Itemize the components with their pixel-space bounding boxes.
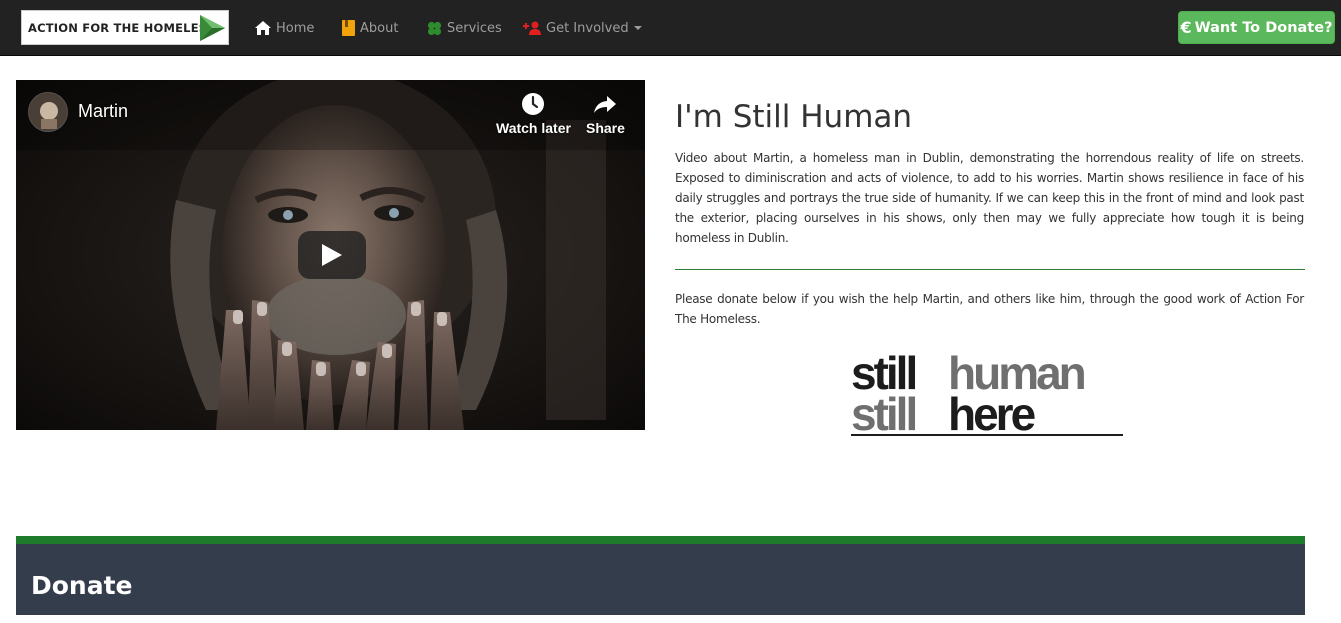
nav-about-label: About <box>360 20 399 36</box>
brand-arrow-icon <box>200 15 225 41</box>
watch-later-button[interactable]: Watch later <box>496 92 571 136</box>
brand-logo[interactable]: ACTION FOR THE HOMELESS <box>21 10 229 45</box>
clover-icon <box>427 21 442 35</box>
watch-later-label: Watch later <box>496 120 571 136</box>
video-player[interactable]: Martin Watch later Share <box>16 80 645 430</box>
book-icon <box>342 20 355 36</box>
nav-services[interactable]: Services <box>427 16 502 40</box>
video-description: Video about Martin, a homeless man in Du… <box>675 151 1304 245</box>
euro-icon: € <box>1180 18 1192 37</box>
nav-get-involved-label: Get Involved <box>546 20 629 36</box>
play-icon <box>322 244 342 266</box>
nav-home-label: Home <box>276 20 315 36</box>
page-heading: I'm Still Human <box>675 99 913 135</box>
nav-home[interactable]: Home <box>255 16 314 40</box>
clock-icon <box>522 93 545 115</box>
donate-section: Donate <box>16 536 1305 615</box>
chevron-down-icon <box>633 26 642 30</box>
home-icon <box>255 20 271 35</box>
nav-get-involved[interactable]: Get Involved <box>523 16 642 40</box>
nav-services-label: Services <box>447 20 502 36</box>
add-user-icon <box>523 21 541 35</box>
share-label: Share <box>586 120 625 136</box>
nav-about[interactable]: About <box>342 16 398 40</box>
share-icon <box>594 96 617 113</box>
top-navbar: ACTION FOR THE HOMELESS Home About Servi… <box>0 0 1341 56</box>
donate-prompt: Please donate below if you wish the help… <box>675 292 1304 326</box>
video-title[interactable]: Martin <box>78 101 128 122</box>
play-button[interactable] <box>298 231 366 279</box>
want-to-donate-label: Want To Donate? <box>1194 19 1333 36</box>
share-button[interactable]: Share <box>586 92 625 136</box>
donate-title: Donate <box>31 571 133 600</box>
want-to-donate-button[interactable]: € Want To Donate? <box>1178 11 1335 44</box>
channel-avatar[interactable] <box>28 92 68 132</box>
svg-text:still: still <box>851 388 915 439</box>
section-divider <box>675 269 1305 270</box>
brand-text: ACTION FOR THE HOMELESS <box>28 21 216 35</box>
still-human-still-here-logo: still human still here <box>851 347 1123 439</box>
channel-avatar-image <box>29 93 67 131</box>
svg-text:here: here <box>948 388 1036 439</box>
